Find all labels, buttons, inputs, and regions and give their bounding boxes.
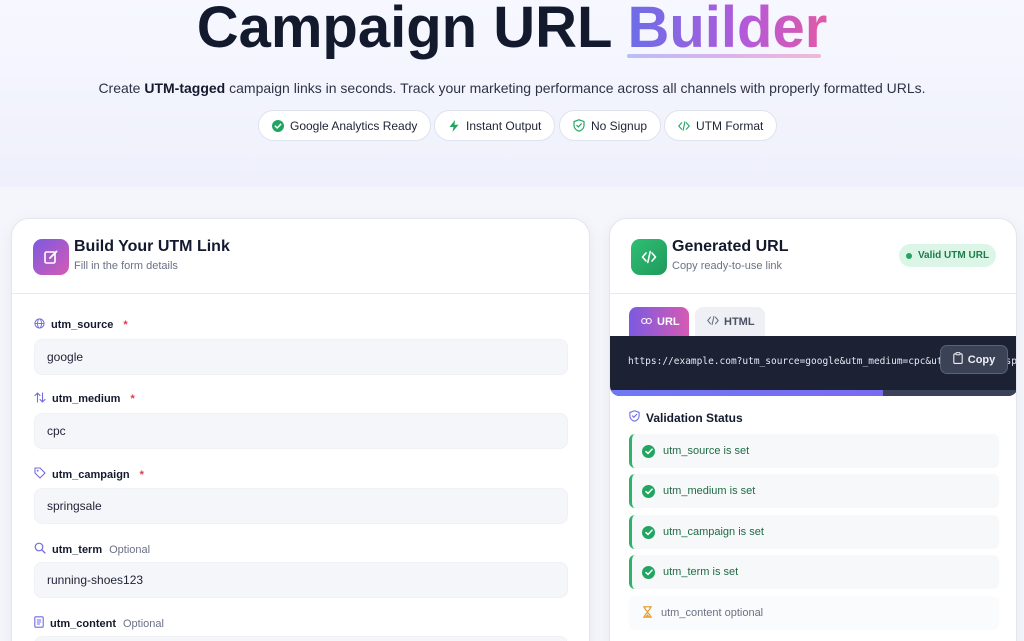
chip-utm-format: UTM Format <box>664 110 778 141</box>
subtitle-pre: Create <box>98 80 145 96</box>
url-output-box: https://example.com?utm_source=google&ut… <box>610 336 1016 396</box>
generated-subtitle: Copy ready-to-use link <box>672 260 783 272</box>
chip-instant-output: Instant Output <box>434 110 556 141</box>
page-title-main: Campaign URL <box>196 0 612 60</box>
check-circle-icon <box>642 525 655 539</box>
optional-mark: Optional <box>123 617 164 630</box>
shield-check-icon <box>573 119 585 132</box>
status-badge: Valid UTM URL <box>899 244 996 267</box>
utm-term-label: utm_term Optional <box>34 542 150 557</box>
utm-campaign-input[interactable]: springsale <box>34 488 568 524</box>
validation-item: utm_medium is set <box>629 474 999 508</box>
chip-label: Google Analytics Ready <box>290 118 418 133</box>
generated-url-card: Generated URL Copy ready-to-use link Val… <box>609 218 1017 641</box>
utm-source-input[interactable]: google <box>34 339 568 375</box>
hourglass-icon <box>642 605 653 621</box>
validation-item: utm_campaign is set <box>629 515 999 549</box>
chip-google-analytics: Google Analytics Ready <box>258 110 432 141</box>
arrows-updown-icon <box>34 392 46 406</box>
check-circle-icon <box>272 119 284 132</box>
status-dot <box>905 252 912 259</box>
utm-campaign-label: utm_campaign * <box>34 467 144 482</box>
required-mark: * <box>130 393 135 405</box>
url-length-fill <box>610 390 884 396</box>
link-icon <box>641 316 652 328</box>
shield-check-icon <box>629 410 640 425</box>
validation-text: utm_medium is set <box>663 485 756 497</box>
utm-medium-label: utm_medium * <box>34 392 135 406</box>
search-icon <box>34 542 46 557</box>
validation-text: utm_campaign is set <box>663 526 764 538</box>
tag-icon <box>34 467 46 482</box>
optional-mark: Optional <box>109 543 151 556</box>
code-icon <box>678 120 690 132</box>
page-title-accent: Builder <box>627 0 827 60</box>
utm-builder-card: Build Your UTM Link Fill in the form det… <box>11 218 590 641</box>
validation-item: utm_content optional <box>629 596 999 630</box>
check-circle-icon <box>642 484 655 498</box>
validation-title: Validation Status <box>646 410 743 425</box>
code-icon <box>631 239 667 275</box>
document-icon <box>34 616 44 631</box>
generated-title: Generated URL <box>672 238 789 255</box>
utm-source-label: utm_source * <box>34 318 128 332</box>
tab-label: URL <box>657 316 680 328</box>
field-name: utm_source <box>51 319 114 331</box>
url-length-bar <box>610 390 1016 396</box>
field-name: utm_campaign <box>52 468 130 481</box>
check-circle-icon <box>642 444 655 458</box>
validation-item: utm_source is set <box>629 434 999 468</box>
title-underline <box>627 54 821 58</box>
validation-heading: Validation Status <box>629 410 743 425</box>
output-divider <box>610 293 1016 294</box>
utm-term-input[interactable]: running-shoes123 <box>34 562 568 598</box>
subtitle-bold: UTM-tagged <box>144 80 226 96</box>
subtitle-post: campaign links in seconds. Track your ma… <box>225 80 926 96</box>
utm-content-input[interactable] <box>34 636 568 641</box>
utm-content-label: utm_content Optional <box>34 616 164 631</box>
validation-item: utm_term is set <box>629 555 999 589</box>
page-subtitle: Create UTM-tagged campaign links in seco… <box>0 80 1024 96</box>
status-badge-label: Valid UTM URL <box>917 250 990 261</box>
field-name: utm_medium <box>52 393 121 405</box>
utm-medium-input[interactable]: cpc <box>34 413 568 449</box>
validation-text: utm_source is set <box>663 445 750 457</box>
output-tabs: URL HTML <box>629 307 765 337</box>
required-mark: * <box>123 319 128 331</box>
chip-label: Instant Output <box>466 118 542 133</box>
validation-text: utm_term is set <box>663 566 739 578</box>
globe-icon <box>34 318 45 332</box>
lightning-icon <box>448 119 460 132</box>
chip-no-signup: No Signup <box>559 110 662 141</box>
builder-subtitle: Fill in the form details <box>74 260 178 272</box>
chip-label: No Signup <box>591 118 648 133</box>
copy-button[interactable]: Copy <box>940 345 1008 374</box>
check-circle-icon <box>642 565 655 579</box>
builder-title: Build Your UTM Link <box>74 238 230 255</box>
tab-html[interactable]: HTML <box>695 307 765 337</box>
edit-icon <box>33 239 69 275</box>
copy-label: Copy <box>967 353 996 366</box>
chip-label: UTM Format <box>696 118 764 133</box>
field-name: utm_term <box>52 543 103 556</box>
required-mark: * <box>139 468 144 481</box>
field-name: utm_content <box>50 617 116 630</box>
code-icon <box>707 315 719 328</box>
validation-text: utm_content optional <box>661 607 764 619</box>
tab-label: HTML <box>724 316 755 328</box>
tab-url[interactable]: URL <box>629 307 689 337</box>
builder-divider <box>12 293 589 294</box>
page-title: Campaign URL Builder <box>0 0 1024 61</box>
clipboard-icon <box>953 352 963 367</box>
